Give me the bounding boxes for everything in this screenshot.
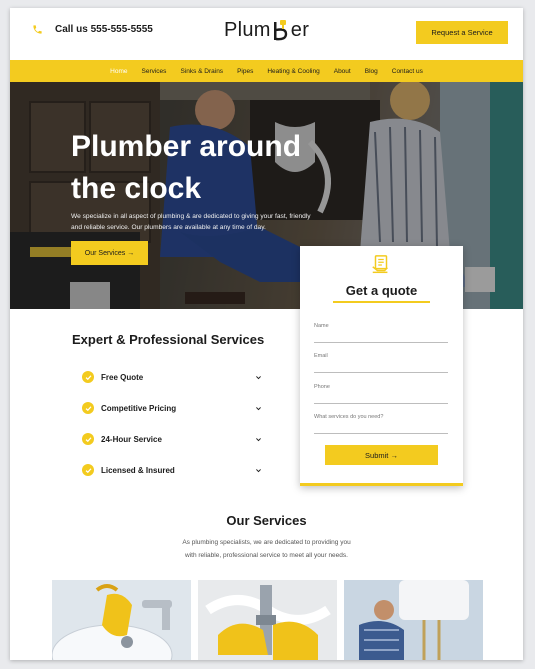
services-needed-field[interactable]: What services do you need? (314, 414, 448, 434)
services-needed-input[interactable] (314, 420, 448, 432)
document-hand-icon (372, 255, 388, 274)
header: Call us 555-555-5555 Plum er Request a S… (10, 8, 523, 60)
chevron-down-icon (256, 437, 261, 441)
quote-title: Get a quote (345, 283, 418, 298)
hero-description: We specialize in all aspect of plumbing … (71, 213, 311, 231)
accordion-item-licensed-insured[interactable]: Licensed & Insured (82, 463, 262, 477)
hero-title-line-2: the clock (71, 172, 202, 205)
nav-item-heating-cooling[interactable]: Heating & Cooling (267, 68, 319, 75)
quote-title-underline (333, 301, 430, 303)
phone-input[interactable] (314, 390, 448, 402)
accordion-label: 24-Hour Service (101, 434, 162, 444)
accordion-label: Licensed & Insured (101, 465, 175, 475)
service-image-pipes[interactable] (198, 580, 337, 660)
phone-field[interactable]: Phone (314, 384, 448, 404)
logo-text-suffix: er (290, 19, 310, 41)
email-input[interactable] (314, 359, 448, 371)
check-icon (82, 402, 94, 414)
logo-text-prefix: Plum (224, 19, 271, 41)
nav-item-pipes[interactable]: Pipes (237, 68, 253, 75)
phone-icon (33, 25, 42, 34)
nav-item-services[interactable]: Services (142, 68, 167, 75)
site-logo[interactable]: Plum er (224, 19, 309, 42)
hero-title-line-1: Plumber around (71, 130, 302, 163)
nav-item-blog[interactable]: Blog (365, 68, 378, 75)
service-image-sink[interactable] (52, 580, 191, 660)
accordion-item-24-hour-service[interactable]: 24-Hour Service (82, 432, 262, 446)
our-services-text-line-1: As plumbing specialists, we are dedicate… (182, 539, 351, 546)
check-icon (82, 464, 94, 476)
accordion-label: Free Quote (101, 372, 144, 382)
chevron-down-icon (256, 406, 261, 410)
nav-item-about[interactable]: About (334, 68, 351, 75)
our-services-description: As plumbing specialists, we are dedicate… (160, 536, 373, 562)
wrench-logo-icon (272, 19, 290, 42)
name-field[interactable]: Name (314, 323, 448, 343)
nav-item-sinks-drains[interactable]: Sinks & Drains (180, 68, 223, 75)
hero-title: Plumber around the clock (71, 126, 351, 210)
our-services-text-line-2: with reliable, professional service to m… (185, 552, 348, 559)
accordion-item-free-quote[interactable]: Free Quote (82, 370, 262, 384)
page: Call us 555-555-5555 Plum er Request a S… (10, 8, 523, 660)
name-input[interactable] (314, 329, 448, 341)
chevron-down-icon (256, 468, 261, 472)
our-services-button[interactable]: Our Services → (71, 241, 148, 265)
service-image-heater[interactable] (344, 580, 483, 660)
email-field[interactable]: Email (314, 353, 448, 373)
our-services-heading: Our Services (226, 513, 307, 528)
accordion-label: Competitive Pricing (101, 403, 177, 413)
request-service-button[interactable]: Request a Service (416, 21, 508, 44)
expert-services-heading: Expert & Professional Services (72, 332, 265, 347)
check-icon (82, 371, 94, 383)
phone-number: Call us 555-555-5555 (55, 24, 153, 35)
accordion-item-competitive-pricing[interactable]: Competitive Pricing (82, 401, 262, 415)
submit-button[interactable]: Submit → (325, 445, 438, 465)
chevron-down-icon (256, 375, 261, 379)
check-icon (82, 433, 94, 445)
main-nav: Home Services Sinks & Drains Pipes Heati… (10, 60, 523, 82)
quote-form: Get a quote Name Email Phone What servic… (300, 246, 463, 486)
nav-item-contact[interactable]: Contact us (392, 68, 423, 75)
nav-item-home[interactable]: Home (110, 68, 127, 75)
phone-contact[interactable]: Call us 555-555-5555 (32, 24, 153, 35)
